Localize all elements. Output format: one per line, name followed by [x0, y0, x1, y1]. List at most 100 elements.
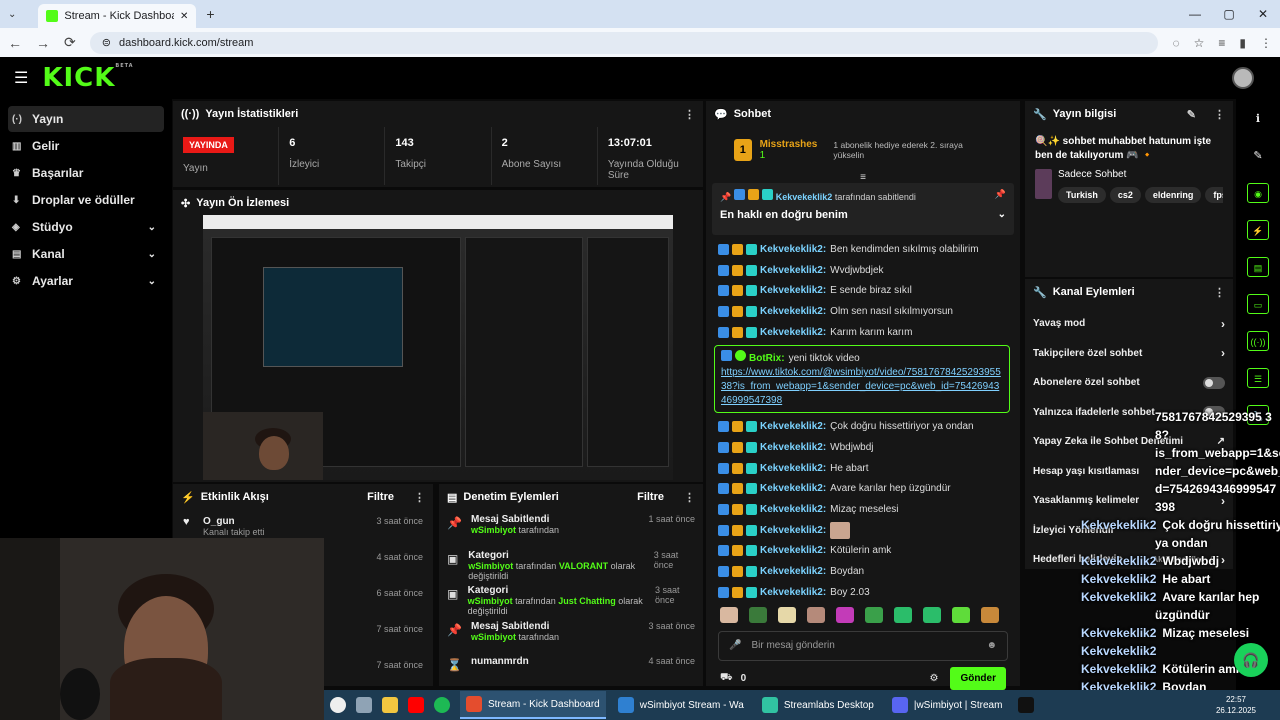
spotify-icon[interactable] [434, 697, 450, 713]
chat-username[interactable]: Kekvekeklik2: [760, 587, 826, 598]
chat-message[interactable]: Kekvekeklik2: Kötülerin amk [706, 541, 1020, 562]
chevron-down-icon[interactable]: ⌄ [148, 249, 156, 260]
emote-4[interactable] [836, 606, 854, 623]
close-window-button[interactable]: ✕ [1246, 7, 1280, 21]
chat-username[interactable]: Kekvekeklik2: [760, 504, 826, 515]
chat-username[interactable]: Kekvekeklik2: [760, 306, 826, 317]
sidebar-item-3[interactable]: ⬇ Droplar ve ödüller [8, 187, 164, 213]
forward-button[interactable]: → [36, 35, 50, 51]
task-view-icon[interactable] [356, 697, 372, 713]
chat-username[interactable]: Kekvekeklik2: [760, 285, 826, 296]
sidebar-item-0[interactable]: (·) Yayın [8, 106, 164, 132]
mod-row[interactable]: 📌 Mesaj Sabitlendi wSimbiyot tarafından 3 s… [439, 617, 703, 653]
clipboard-icon[interactable]: ▤ [1247, 257, 1269, 277]
chat-username[interactable]: Kekvekeklik2: [760, 244, 826, 255]
mod-row[interactable]: ▣ Kategori wSimbiyot tarafından VALORANT o… [439, 546, 703, 582]
sidebar-item-6[interactable]: ⚙ Ayarlar ⌄ [8, 268, 164, 294]
emote-5[interactable] [865, 606, 883, 623]
minimize-button[interactable]: — [1178, 7, 1212, 21]
bookmark-star-icon[interactable]: ☆ [1194, 36, 1205, 50]
unpin-icon[interactable]: 📌 [995, 189, 1006, 200]
emote-0[interactable] [720, 606, 738, 623]
pinned-message[interactable]: 📌 Kekvekeklik2 tarafından sabitlendi 📌 En… [712, 183, 1014, 235]
chat-username[interactable]: Kekvekeklik2: [760, 545, 826, 556]
chat-username[interactable]: Kekvekeklik2: [760, 463, 826, 474]
chevron-down-icon[interactable]: ⌄ [148, 222, 156, 233]
events-filter-button[interactable]: Filtre [367, 491, 394, 503]
hamburger-menu-icon[interactable]: ☰ [14, 68, 28, 88]
system-clock[interactable]: 22:57 26.12.2025 [1216, 694, 1256, 716]
top-gifter-name[interactable]: Misstrashes [760, 139, 818, 150]
sidebar-item-2[interactable]: ♛ Başarılar [8, 160, 164, 186]
chat-message[interactable]: Kekvekeklik2: Mizaç meselesi [706, 499, 1020, 520]
file-explorer-icon[interactable] [382, 697, 398, 713]
chat-username[interactable]: Kekvekeklik2: [760, 525, 826, 536]
mic-icon[interactable]: 🎤 [729, 640, 741, 651]
emote-6[interactable] [894, 606, 912, 623]
points-icon[interactable]: ⛟ [720, 672, 733, 685]
chat-username[interactable]: Kekvekeklik2: [760, 421, 826, 432]
browser-menu-icon[interactable]: ⋮ [1260, 36, 1272, 50]
chat-message[interactable]: Kekvekeklik2: [706, 520, 1020, 541]
message-icon[interactable]: ▭ [1247, 294, 1269, 314]
tiktok-link[interactable]: https://www.tiktok.com/@wsimbiyot/video/… [721, 367, 1001, 406]
info-more-icon[interactable]: ⋮ [1214, 108, 1225, 121]
media-icon[interactable]: ≡ [1218, 36, 1225, 50]
chat-input[interactable]: 🎤 Bir mesaj gönderin ☻ [718, 630, 1008, 661]
support-chat-button[interactable]: 🎧 [1234, 643, 1268, 677]
chat-message[interactable]: Kekvekeklik2: Olm sen nasıl sıkılmıyorsun [706, 301, 1020, 322]
user-avatar[interactable] [1232, 67, 1254, 89]
mod-row[interactable]: ▣ Kategori wSimbiyot tarafından Just Chatt… [439, 581, 703, 617]
send-button[interactable]: Gönder [950, 667, 1006, 691]
youtube-icon[interactable] [408, 697, 424, 713]
chat-message[interactable]: Kekvekeklik2: Avare karılar hep üzgündür [706, 479, 1020, 500]
new-tab-button[interactable]: + [206, 6, 214, 22]
emote-9[interactable] [981, 606, 999, 623]
sidebar-item-4[interactable]: ◈ Stüdyo ⌄ [8, 214, 164, 240]
chat-message[interactable]: Kekvekeklik2: Boy 2.03 [706, 582, 1020, 603]
actions-more-icon[interactable]: ⋮ [1214, 286, 1225, 299]
lightning-icon[interactable]: ⚡ [1247, 220, 1269, 240]
broadcast-icon[interactable]: ((·)) [1247, 331, 1269, 351]
tag-chip[interactable]: cs2 [1109, 187, 1141, 203]
channel-action-row[interactable]: Yavaş mod › [1025, 309, 1233, 339]
chevron-down-icon[interactable]: ⌄ [148, 276, 156, 287]
edit-pencil-icon[interactable]: ✎ [1187, 108, 1196, 121]
events-more-icon[interactable]: ⋮ [414, 491, 425, 504]
search-icon[interactable] [330, 697, 346, 713]
chat-settings-icon[interactable]: ⚙ [929, 673, 938, 684]
expand-chevron-icon[interactable]: ⌄ [998, 209, 1006, 220]
chat-message[interactable]: Kekvekeklik2: Çok doğru hissettiriyor ya … [706, 416, 1020, 437]
url-field[interactable]: ⊜ dashboard.kick.com/stream [89, 31, 1159, 54]
mod-user[interactable]: wSimbiyot [471, 632, 516, 642]
capture-icon[interactable]: ◉ [1247, 183, 1269, 203]
kick-logo[interactable]: KICKBETA [42, 63, 133, 93]
taskbar-app[interactable]: Stream - Kick Dashboard [460, 691, 606, 719]
mod-row[interactable]: 📌 Mesaj Sabitlendi wSimbiyot tarafından 1 s… [439, 510, 703, 546]
tag-chip[interactable]: eldenring [1144, 187, 1202, 203]
taskbar-app[interactable]: |wSimbiyot | Stream [886, 691, 1009, 719]
chat-username[interactable]: Kekvekeklik2: [760, 483, 826, 494]
taskbar-app[interactable]: wSimbiyot Stream - Wa [612, 691, 750, 719]
sidebar-item-1[interactable]: ▥ Gelir [8, 133, 164, 159]
chat-username[interactable]: Kekvekeklik2: [760, 566, 826, 577]
tag-chip[interactable]: Turkish [1058, 187, 1106, 203]
back-button[interactable]: ← [8, 35, 22, 51]
channel-action-row[interactable]: Takipçilere özel sohbet › [1025, 339, 1233, 369]
emote-2[interactable] [778, 606, 796, 623]
toggle-switch[interactable] [1203, 376, 1225, 389]
chat-message[interactable]: Kekvekeklik2: Wvdjwbdjek [706, 260, 1020, 281]
filter-icon[interactable]: ≡ [706, 173, 1020, 183]
list-icon[interactable]: ☰ [1247, 368, 1269, 388]
taskbar-app[interactable]: Streamlabs Desktop [756, 691, 880, 719]
category-name[interactable]: Sadece Sohbet [1058, 169, 1223, 180]
tag-chip[interactable]: fps [1205, 187, 1223, 203]
bot-user[interactable]: BotRix: [749, 353, 785, 364]
tiktok-icon[interactable] [1018, 697, 1035, 713]
close-tab-icon[interactable]: ✕ [180, 11, 188, 22]
emote-1[interactable] [749, 606, 767, 623]
pencil-icon[interactable]: ✎ [1247, 146, 1269, 166]
tab-menu-icon[interactable]: ⌄ [8, 9, 16, 20]
mod-more-icon[interactable]: ⋮ [684, 491, 695, 504]
emote-7[interactable] [923, 606, 941, 623]
